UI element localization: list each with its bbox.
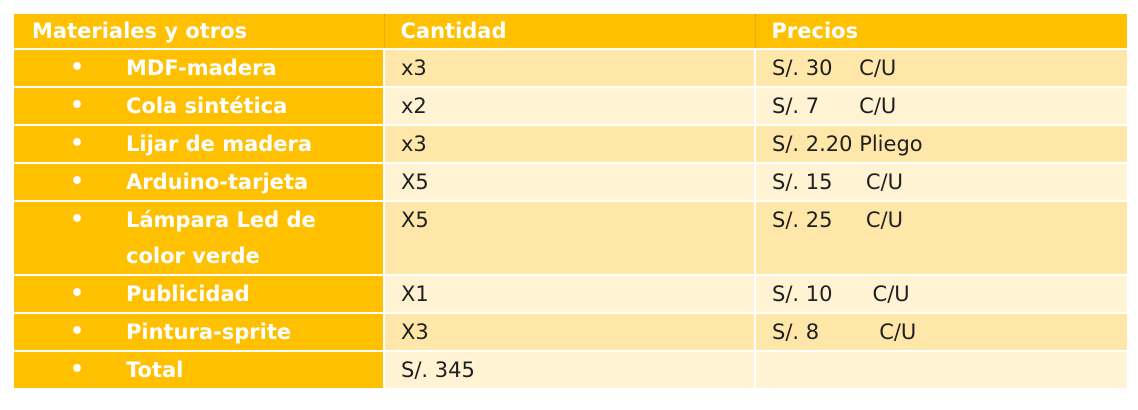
table-row: • Pintura-sprite X3 S/. 8 C/U	[14, 313, 1127, 352]
materials-table: Materiales y otros Cantidad Precios • MDF…	[14, 14, 1127, 390]
price-cell: S/. 2.20 Pliego	[754, 125, 1127, 164]
item-cell: • Publicidad	[14, 275, 384, 314]
item-cell: • Total	[14, 351, 384, 390]
quantity-cell: x2	[383, 87, 755, 126]
table-row: • MDF-madera x3 S/. 30 C/U	[14, 49, 1127, 88]
table-row-total: • Total S/. 345	[14, 351, 1127, 390]
total-cell: S/. 345	[383, 351, 755, 390]
table-row: • Publicidad X1 S/. 10 C/U	[14, 275, 1127, 314]
item-label: Publicidad	[126, 282, 250, 306]
item-label: Lámpara Led de color verde	[126, 208, 316, 268]
item-cell: • Lámpara Led de color verde	[14, 201, 384, 276]
price-cell: S/. 10 C/U	[754, 275, 1127, 314]
item-label: Lijar de madera	[126, 132, 313, 156]
item-cell: • Cola sintética	[14, 87, 384, 126]
item-label: Total	[126, 358, 184, 382]
bullet-icon: •	[70, 131, 85, 156]
price-cell: S/. 30 C/U	[754, 49, 1127, 88]
table-row: • Arduino-tarjeta X5 S/. 15 C/U	[14, 163, 1127, 202]
price-label: S/. 8 C/U	[772, 320, 917, 344]
quantity-cell: x3	[383, 49, 755, 88]
price-label: S/. 7 C/U	[772, 94, 897, 118]
item-cell: • MDF-madera	[14, 49, 384, 88]
table-row: • Cola sintética x2 S/. 7 C/U	[14, 87, 1127, 126]
table-row: • Lijar de madera x3 S/. 2.20 Pliego	[14, 125, 1127, 164]
item-label: MDF-madera	[126, 56, 277, 80]
bullet-icon: •	[70, 93, 85, 118]
price-label: S/. 30 C/U	[772, 56, 897, 80]
price-cell: S/. 25 C/U	[754, 201, 1127, 276]
price-label: S/. 10 C/U	[772, 282, 910, 306]
bullet-icon: •	[70, 319, 85, 344]
bullet-icon: •	[70, 55, 85, 80]
item-label: Cola sintética	[126, 94, 288, 118]
bullet-icon: •	[70, 169, 85, 194]
header-quantity: Cantidad	[383, 14, 755, 50]
table-row: • Lámpara Led de color verde X5 S/. 25 C/…	[14, 201, 1127, 276]
quantity-cell: X5	[383, 163, 755, 202]
quantity-cell: X1	[383, 275, 755, 314]
price-label: S/. 25 C/U	[772, 208, 903, 232]
price-cell	[754, 351, 1127, 390]
item-label: Pintura-sprite	[126, 320, 292, 344]
price-label: S/. 2.20 Pliego	[772, 132, 923, 156]
bullet-icon: •	[70, 207, 85, 232]
item-label: Arduino-tarjeta	[126, 170, 309, 194]
price-cell: S/. 8 C/U	[754, 313, 1127, 352]
item-cell: • Lijar de madera	[14, 125, 384, 164]
item-cell: • Pintura-sprite	[14, 313, 384, 352]
bullet-icon: •	[70, 357, 85, 382]
price-cell: S/. 15 C/U	[754, 163, 1127, 202]
quantity-cell: X5	[383, 201, 755, 276]
price-label: S/. 15 C/U	[772, 170, 903, 194]
price-cell: S/. 7 C/U	[754, 87, 1127, 126]
quantity-cell: X3	[383, 313, 755, 352]
header-row: Materiales y otros Cantidad Precios	[14, 14, 1127, 50]
header-prices: Precios	[754, 14, 1127, 50]
quantity-cell: x3	[383, 125, 755, 164]
bullet-icon: •	[70, 281, 85, 306]
header-materials: Materiales y otros	[14, 14, 384, 50]
item-cell: • Arduino-tarjeta	[14, 163, 384, 202]
